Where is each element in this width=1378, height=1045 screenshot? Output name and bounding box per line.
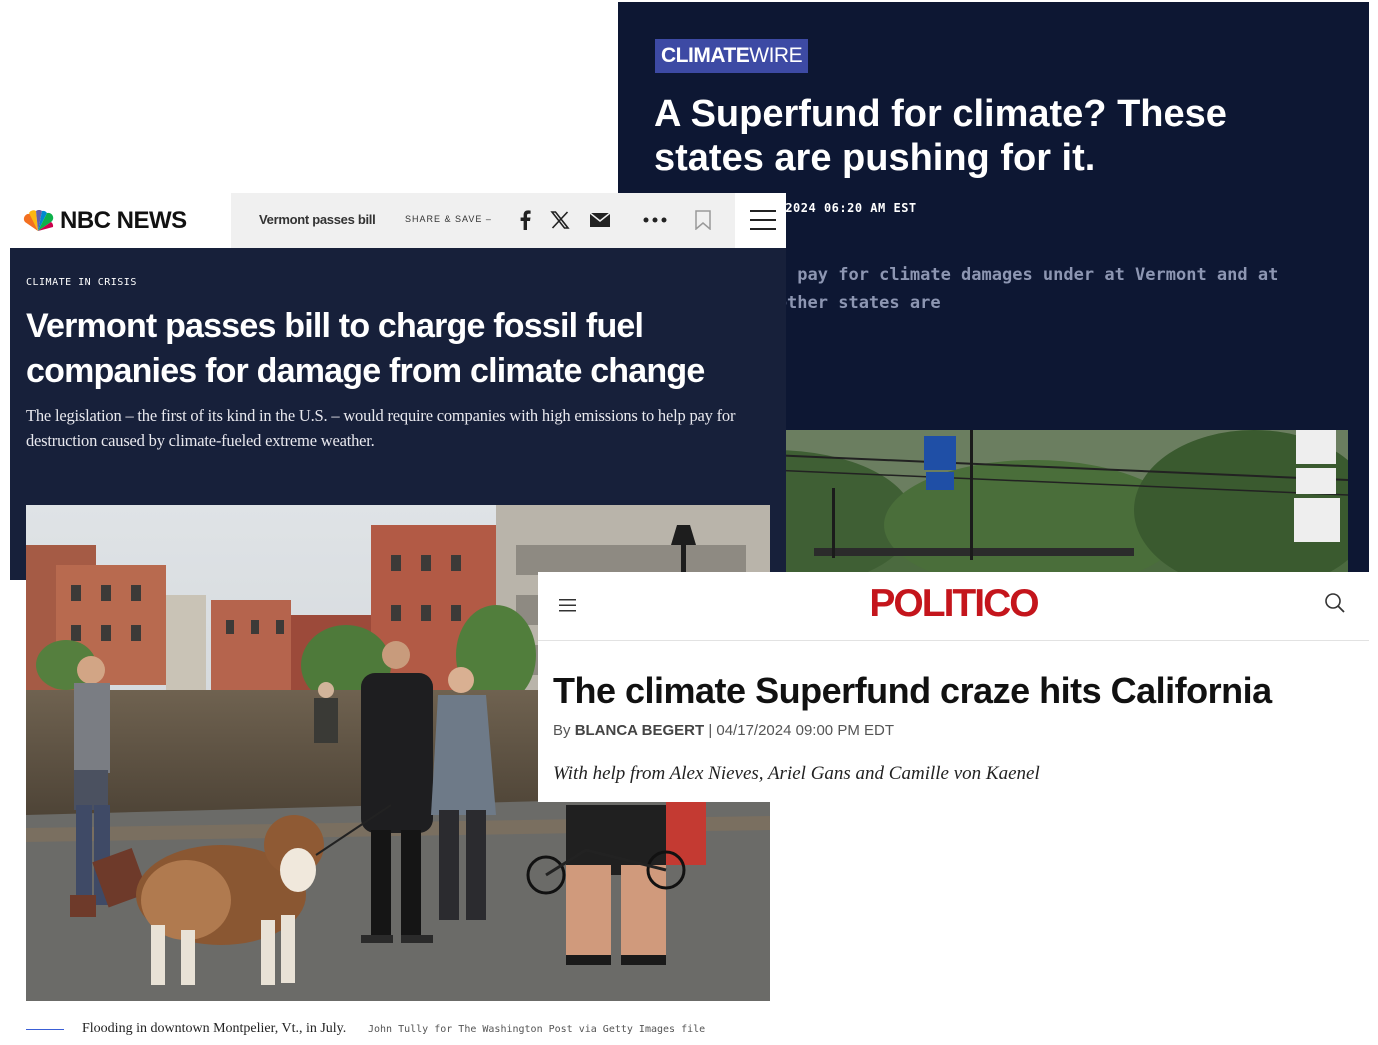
climatewire-logo[interactable]: CLIMATEWIRE bbox=[655, 39, 809, 73]
nbc-sticky-bar: Vermont passes bill SHARE & SAVE – bbox=[231, 193, 735, 248]
search-icon[interactable] bbox=[1324, 592, 1346, 614]
author-link[interactable]: BLANCA BEGERT bbox=[575, 722, 704, 739]
politico-contributors: With help from Alex Nieves, Ariel Gans a… bbox=[553, 763, 1040, 784]
politico-logo[interactable]: POLITICO bbox=[538, 582, 1369, 626]
share-save-toggle[interactable]: SHARE & SAVE – bbox=[405, 214, 492, 224]
nbc-section-kicker[interactable]: CLIMATE IN CRISIS bbox=[26, 277, 137, 288]
publish-date: | 04/17/2024 09:00 PM EDT bbox=[708, 722, 894, 739]
nbc-top-bar: NBC NEWS Vermont passes bill SHARE & SAV… bbox=[10, 193, 786, 248]
nbc-sticky-title: Vermont passes bill bbox=[259, 212, 376, 227]
climatewire-headline: A Superfund for climate? These states ar… bbox=[654, 93, 1227, 179]
x-icon[interactable] bbox=[548, 207, 572, 233]
politico-article-card: POLITICO The climate Superfund craze hit… bbox=[538, 572, 1369, 802]
email-icon[interactable] bbox=[588, 207, 612, 233]
politico-headline: The climate Superfund craze hits Califor… bbox=[553, 670, 1272, 711]
nbc-photo-caption: Flooding in downtown Montpelier, Vt., in… bbox=[10, 1001, 786, 1045]
nbc-logo[interactable]: NBC NEWS bbox=[22, 207, 187, 235]
nbc-dek: The legislation – the first of its kind … bbox=[26, 406, 736, 450]
nbc-peacock-icon bbox=[23, 210, 54, 231]
menu-icon[interactable] bbox=[750, 209, 776, 231]
bookmark-icon[interactable] bbox=[691, 207, 715, 233]
nbc-caption-text: Flooding in downtown Montpelier, Vt., in… bbox=[82, 1021, 347, 1036]
more-icon[interactable] bbox=[643, 207, 667, 233]
nbc-headline: Vermont passes bill to charge fossil fue… bbox=[26, 307, 705, 390]
nbc-photo-credit: John Tully for The Washington Post via G… bbox=[368, 1024, 706, 1035]
caption-divider bbox=[26, 1029, 64, 1030]
politico-byline: By BLANCA BEGERT | 04/17/2024 09:00 PM E… bbox=[553, 722, 894, 739]
facebook-icon[interactable] bbox=[513, 207, 537, 233]
politico-header: POLITICO bbox=[538, 572, 1369, 641]
